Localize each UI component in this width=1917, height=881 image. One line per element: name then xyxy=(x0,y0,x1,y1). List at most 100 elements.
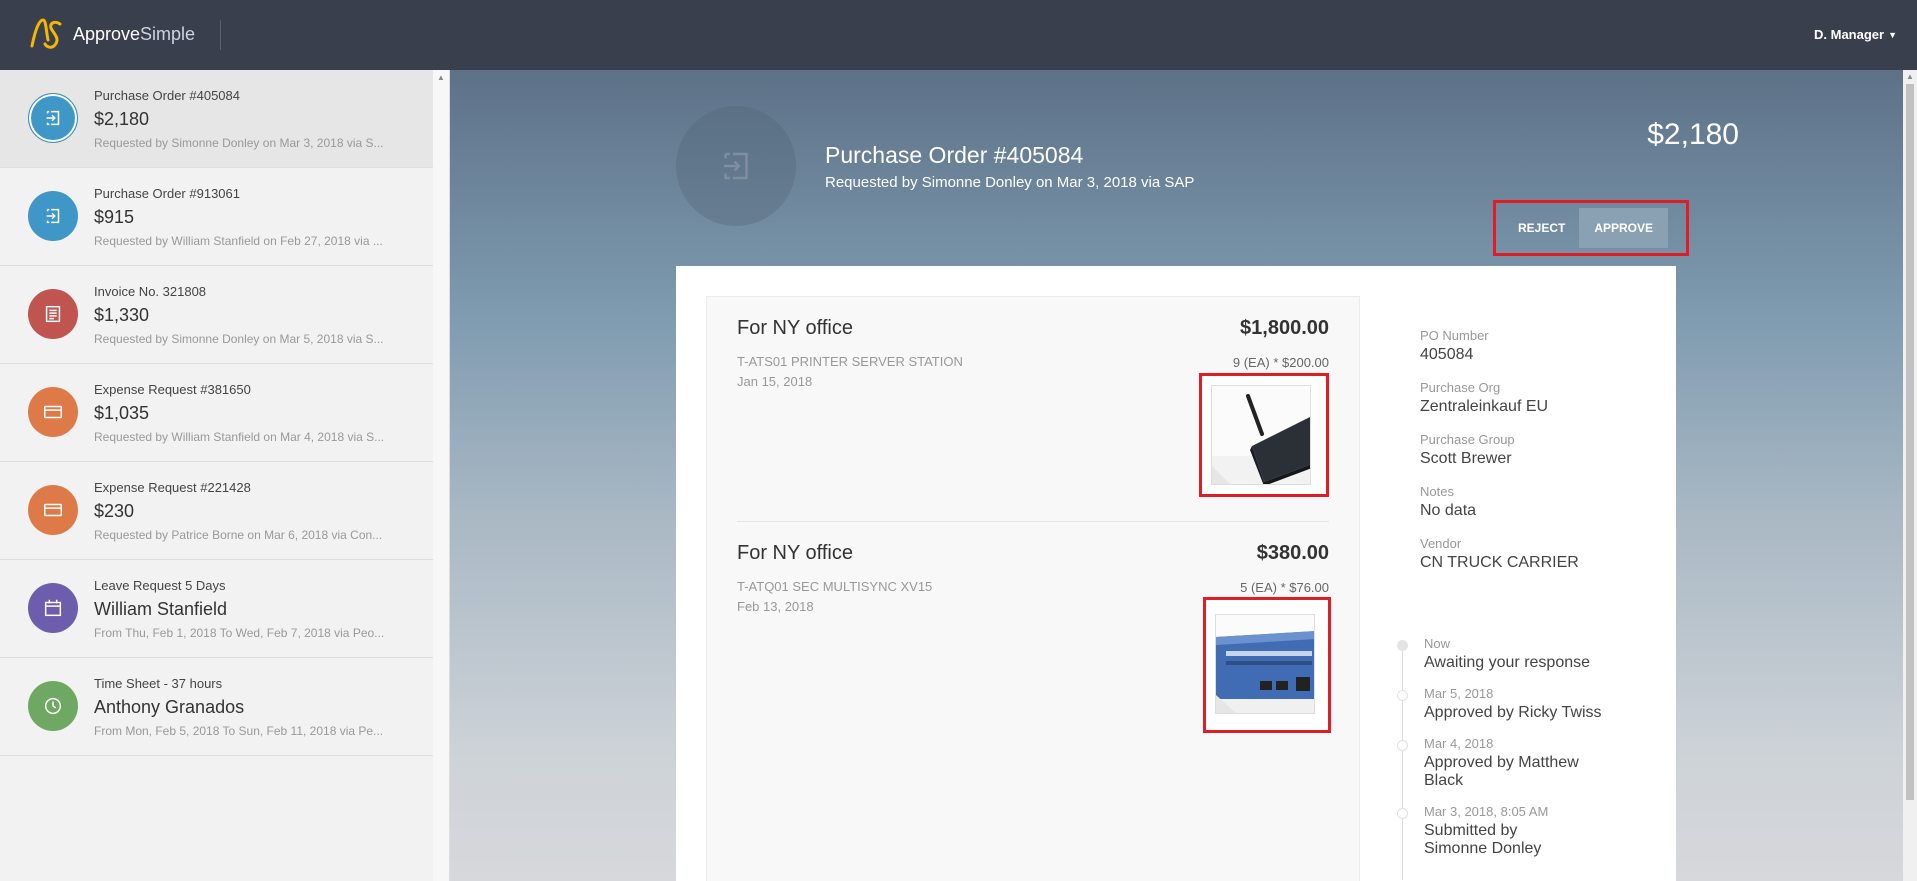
sign-in-icon xyxy=(724,152,748,180)
detail-label: Purchase Org xyxy=(1420,380,1501,395)
request-amount: $915 xyxy=(94,207,135,227)
request-amount: $1,330 xyxy=(94,305,150,325)
scroll-up-icon[interactable]: ▲ xyxy=(437,73,445,82)
main-scrollbar[interactable]: ▲ xyxy=(1903,70,1917,881)
logo-icon xyxy=(30,18,62,49)
timeline-dot-icon xyxy=(1397,640,1408,651)
timeline-date: Mar 5, 2018 xyxy=(1424,686,1494,701)
request-list-item[interactable]: Time Sheet - 37 hours Anthony Granados Fro… xyxy=(0,658,433,756)
line-separator xyxy=(737,521,1329,522)
request-list-item[interactable]: Invoice No. 321808 $1,330 Requested by Sim… xyxy=(0,266,433,364)
line-description: T-ATQ01 SEC MULTISYNC XV15 xyxy=(737,579,933,594)
request-meta: Requested by William Stanfield on Feb 27… xyxy=(94,234,383,248)
timeline-date: Now xyxy=(1424,636,1451,651)
request-type-avatar xyxy=(28,387,78,437)
request-type: Invoice No. 321808 xyxy=(94,284,207,299)
line-title: For NY office xyxy=(737,317,853,339)
line-item: For NY office $1,800.00 T-ATS01 PRINTER … xyxy=(737,317,1329,497)
line-item: For NY office $380.00 T-ATQ01 SEC MULTIS… xyxy=(737,542,1331,733)
request-type: Purchase Order #913061 xyxy=(94,186,240,201)
line-quantity: 9 (EA) * $200.00 xyxy=(1232,355,1329,370)
top-bar: ApproveSimple D. Manager ▼ xyxy=(0,0,1917,70)
sign-in-icon xyxy=(42,205,64,227)
request-list-item[interactable]: Purchase Order #913061 $915 Requested by W… xyxy=(0,168,433,266)
brand-name: ApproveSimple xyxy=(73,23,196,44)
request-list-item[interactable]: Expense Request #221428 $230 Requested by … xyxy=(0,462,433,560)
request-type-avatar xyxy=(28,681,78,731)
detail-field: Vendor CN TRUCK CARRIER xyxy=(1420,536,1650,572)
action-buttons: REJECT APPROVE xyxy=(1493,200,1689,256)
line-description: T-ATS01 PRINTER SERVER STATION xyxy=(737,354,963,369)
detail-field: Purchase Org Zentraleinkauf EU xyxy=(1420,380,1650,416)
timeline-date: Mar 3, 2018, 8:05 AM xyxy=(1424,804,1549,819)
page-title: Purchase Order #405084 xyxy=(825,142,1084,168)
product-image-frame[interactable] xyxy=(1203,597,1331,733)
sign-in-icon xyxy=(42,107,64,129)
document-avatar xyxy=(676,106,796,226)
line-title: For NY office xyxy=(737,542,853,564)
user-name: D. Manager xyxy=(1814,27,1885,42)
request-meta: Requested by Simonne Donley on Mar 5, 20… xyxy=(94,332,384,346)
request-list: Purchase Order #405084 $2,180 Requested by… xyxy=(0,70,433,756)
request-type-avatar xyxy=(28,191,78,241)
detail-label: Vendor xyxy=(1420,536,1462,551)
timeline-dot-icon xyxy=(1397,690,1408,701)
po-details: PO Number 405084 Purchase Org Zentraleinkau… xyxy=(1420,328,1650,588)
receipt-icon xyxy=(42,303,64,325)
timeline-text: Approved by Ricky Twiss xyxy=(1424,704,1602,721)
product-image-router[interactable] xyxy=(1211,385,1311,485)
detail-field: PO Number 405084 xyxy=(1420,328,1650,364)
detail-label: Purchase Group xyxy=(1420,432,1515,447)
timeline-dot-icon xyxy=(1397,740,1408,751)
approve-button[interactable]: APPROVE xyxy=(1579,208,1669,248)
request-type: Expense Request #221428 xyxy=(94,480,251,495)
timeline-entry: Now Awaiting your response xyxy=(1388,636,1648,672)
scroll-up-icon[interactable]: ▲ xyxy=(1906,72,1914,81)
request-list-item[interactable]: Expense Request #381650 $1,035 Requested b… xyxy=(0,364,433,462)
request-type-avatar xyxy=(28,289,78,339)
detail-value: Zentraleinkauf EU xyxy=(1420,398,1549,415)
page-subtitle: Requested by Simonne Donley on Mar 3, 20… xyxy=(825,174,1195,191)
credit-card-icon xyxy=(42,499,64,521)
approval-timeline: Now Awaiting your response Mar 5, 2018 Appr… xyxy=(1388,636,1648,880)
line-quantity: 5 (EA) * $76.00 xyxy=(1240,580,1329,595)
calendar-icon xyxy=(42,597,64,619)
scroll-thumb[interactable] xyxy=(1906,84,1914,800)
line-total: $1,800.00 xyxy=(1240,317,1329,339)
timeline-text: Approved by Matthew Black xyxy=(1424,754,1579,789)
line-date: Feb 13, 2018 xyxy=(737,599,814,614)
request-amount: $2,180 xyxy=(94,109,150,129)
line-date: Jan 15, 2018 xyxy=(737,374,813,389)
reject-button[interactable]: REJECT xyxy=(1504,208,1579,248)
caret-down-icon: ▼ xyxy=(1888,30,1897,40)
line-total: $380.00 xyxy=(1256,542,1329,564)
request-meta: From Thu, Feb 1, 2018 To Wed, Feb 7, 201… xyxy=(94,626,385,640)
app-logo[interactable]: ApproveSimple xyxy=(28,16,195,52)
request-meta: From Mon, Feb 5, 2018 To Sun, Feb 11, 20… xyxy=(94,724,384,738)
request-meta: Requested by William Stanfield on Mar 4,… xyxy=(94,430,385,444)
product-image-frame[interactable] xyxy=(1199,373,1329,497)
clock-icon xyxy=(42,695,64,717)
sidebar-scrollbar[interactable]: ▲ xyxy=(433,70,449,881)
request-amount: Anthony Granados xyxy=(94,697,245,717)
detail-pane: Purchase Order #405084 Requested by Simo… xyxy=(450,70,1917,881)
request-list-item[interactable]: Leave Request 5 Days William Stanfield Fro… xyxy=(0,560,433,658)
timeline-entry: Mar 3, 2018, 8:05 AM Submitted by Simonne… xyxy=(1388,804,1648,858)
request-list-item[interactable]: Purchase Order #405084 $2,180 Requested by… xyxy=(0,70,433,168)
timeline-entry: Mar 5, 2018 Approved by Ricky Twiss xyxy=(1388,686,1648,722)
request-type-avatar xyxy=(28,93,78,143)
request-type-avatar xyxy=(28,583,78,633)
request-type: Leave Request 5 Days xyxy=(94,578,226,593)
detail-label: Notes xyxy=(1420,484,1454,499)
request-amount: William Stanfield xyxy=(94,599,228,619)
request-type-avatar xyxy=(28,485,78,535)
request-amount: $1,035 xyxy=(94,403,150,423)
timeline-date: Mar 4, 2018 xyxy=(1424,736,1494,751)
detail-label: PO Number xyxy=(1420,328,1489,343)
request-type: Time Sheet - 37 hours xyxy=(94,676,223,691)
product-image-switch[interactable] xyxy=(1215,614,1315,714)
credit-card-icon xyxy=(42,401,64,423)
topbar-divider xyxy=(220,20,221,50)
detail-value: CN TRUCK CARRIER xyxy=(1420,554,1579,571)
user-menu[interactable]: D. Manager ▼ xyxy=(1814,27,1897,42)
